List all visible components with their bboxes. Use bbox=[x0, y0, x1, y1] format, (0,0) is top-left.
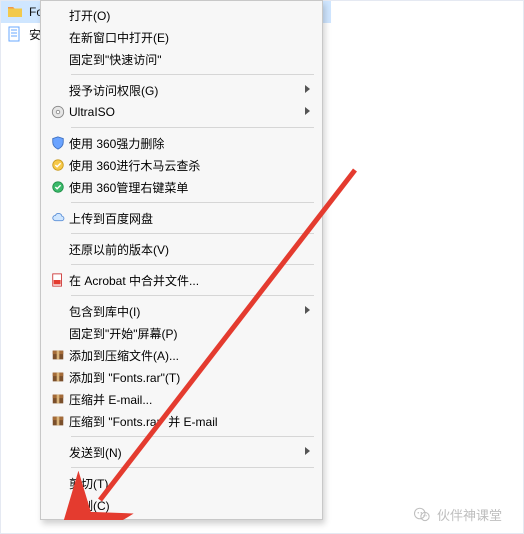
menu-separator bbox=[71, 295, 314, 296]
menu-item[interactable]: 压缩到 "Fonts.rar" 并 E-mail bbox=[43, 410, 320, 432]
menu-item-label: 使用 360管理右键菜单 bbox=[69, 179, 188, 196]
blank-icon bbox=[47, 241, 69, 257]
pdf-icon bbox=[47, 272, 69, 288]
menu-item[interactable]: 使用 360强力删除 bbox=[43, 132, 320, 154]
menu-item-label: 还原以前的版本(V) bbox=[69, 241, 169, 258]
menu-item-label: 固定到"开始"屏幕(P) bbox=[69, 325, 178, 342]
menu-item-label: 剪切(T) bbox=[69, 475, 108, 492]
disc-icon bbox=[47, 104, 69, 120]
menu-item-label: 复制(C) bbox=[69, 497, 110, 514]
shield-green-icon bbox=[47, 179, 69, 195]
winrar-icon bbox=[47, 347, 69, 363]
blank-icon bbox=[47, 497, 69, 513]
menu-separator bbox=[71, 467, 314, 468]
menu-item[interactable]: UltraISO bbox=[43, 101, 320, 123]
menu-item[interactable]: 包含到库中(I) bbox=[43, 300, 320, 322]
folder-icon bbox=[7, 4, 23, 20]
menu-item[interactable]: 还原以前的版本(V) bbox=[43, 238, 320, 260]
menu-item[interactable]: 在新窗口中打开(E) bbox=[43, 26, 320, 48]
menu-item-label: 在 Acrobat 中合并文件... bbox=[69, 272, 199, 289]
menu-item[interactable]: 上传到百度网盘 bbox=[43, 207, 320, 229]
menu-separator bbox=[71, 127, 314, 128]
watermark: 伙伴神课堂 bbox=[413, 505, 502, 524]
menu-item[interactable]: 固定到"开始"屏幕(P) bbox=[43, 322, 320, 344]
blank-icon bbox=[47, 29, 69, 45]
watermark-label: 伙伴神课堂 bbox=[437, 505, 502, 524]
menu-item[interactable]: 复制(C) bbox=[43, 494, 320, 516]
blank-icon bbox=[47, 82, 69, 98]
menu-item-label: 添加到 "Fonts.rar"(T) bbox=[69, 369, 180, 386]
submenu-arrow-icon bbox=[304, 105, 312, 119]
context-menu: 打开(O) 在新窗口中打开(E) 固定到"快速访问" 授予访问权限(G) UltraIS… bbox=[40, 0, 323, 520]
blank-icon bbox=[47, 444, 69, 460]
shield-yellow-icon bbox=[47, 157, 69, 173]
menu-separator bbox=[71, 264, 314, 265]
menu-item[interactable]: 添加到压缩文件(A)... bbox=[43, 344, 320, 366]
menu-item[interactable]: 固定到"快速访问" bbox=[43, 48, 320, 70]
menu-item[interactable]: 授予访问权限(G) bbox=[43, 79, 320, 101]
menu-item[interactable]: 添加到 "Fonts.rar"(T) bbox=[43, 366, 320, 388]
menu-item-label: 发送到(N) bbox=[69, 444, 122, 461]
shield-360-icon bbox=[47, 135, 69, 151]
menu-item[interactable]: 打开(O) bbox=[43, 4, 320, 26]
menu-separator bbox=[71, 202, 314, 203]
menu-item-label: 添加到压缩文件(A)... bbox=[69, 347, 179, 364]
menu-item-label: 压缩到 "Fonts.rar" 并 E-mail bbox=[69, 413, 218, 430]
menu-separator bbox=[71, 233, 314, 234]
menu-item-label: 包含到库中(I) bbox=[69, 303, 140, 320]
menu-item[interactable]: 压缩并 E-mail... bbox=[43, 388, 320, 410]
text-file-icon bbox=[7, 26, 23, 42]
cloud-icon bbox=[47, 210, 69, 226]
menu-item-label: 授予访问权限(G) bbox=[69, 82, 158, 99]
menu-item[interactable]: 在 Acrobat 中合并文件... bbox=[43, 269, 320, 291]
menu-item-label: 打开(O) bbox=[69, 7, 110, 24]
menu-item[interactable]: 发送到(N) bbox=[43, 441, 320, 463]
blank-icon bbox=[47, 325, 69, 341]
winrar-icon bbox=[47, 369, 69, 385]
menu-item-label: UltraISO bbox=[69, 105, 115, 119]
blank-icon bbox=[47, 303, 69, 319]
menu-item-label: 上传到百度网盘 bbox=[69, 210, 153, 227]
menu-separator bbox=[71, 74, 314, 75]
submenu-arrow-icon bbox=[304, 83, 312, 97]
menu-item-label: 使用 360强力删除 bbox=[69, 135, 164, 152]
menu-item[interactable]: 剪切(T) bbox=[43, 472, 320, 494]
wechat-icon bbox=[413, 506, 431, 524]
blank-icon bbox=[47, 475, 69, 491]
submenu-arrow-icon bbox=[304, 445, 312, 459]
submenu-arrow-icon bbox=[304, 304, 312, 318]
menu-item[interactable]: 使用 360管理右键菜单 bbox=[43, 176, 320, 198]
menu-item-label: 固定到"快速访问" bbox=[69, 51, 162, 68]
blank-icon bbox=[47, 7, 69, 23]
winrar-icon bbox=[47, 413, 69, 429]
menu-separator bbox=[71, 436, 314, 437]
blank-icon bbox=[47, 51, 69, 67]
menu-item-label: 压缩并 E-mail... bbox=[69, 391, 152, 408]
winrar-icon bbox=[47, 391, 69, 407]
menu-item-label: 在新窗口中打开(E) bbox=[69, 29, 169, 46]
menu-item-label: 使用 360进行木马云查杀 bbox=[69, 157, 200, 174]
menu-item[interactable]: 使用 360进行木马云查杀 bbox=[43, 154, 320, 176]
